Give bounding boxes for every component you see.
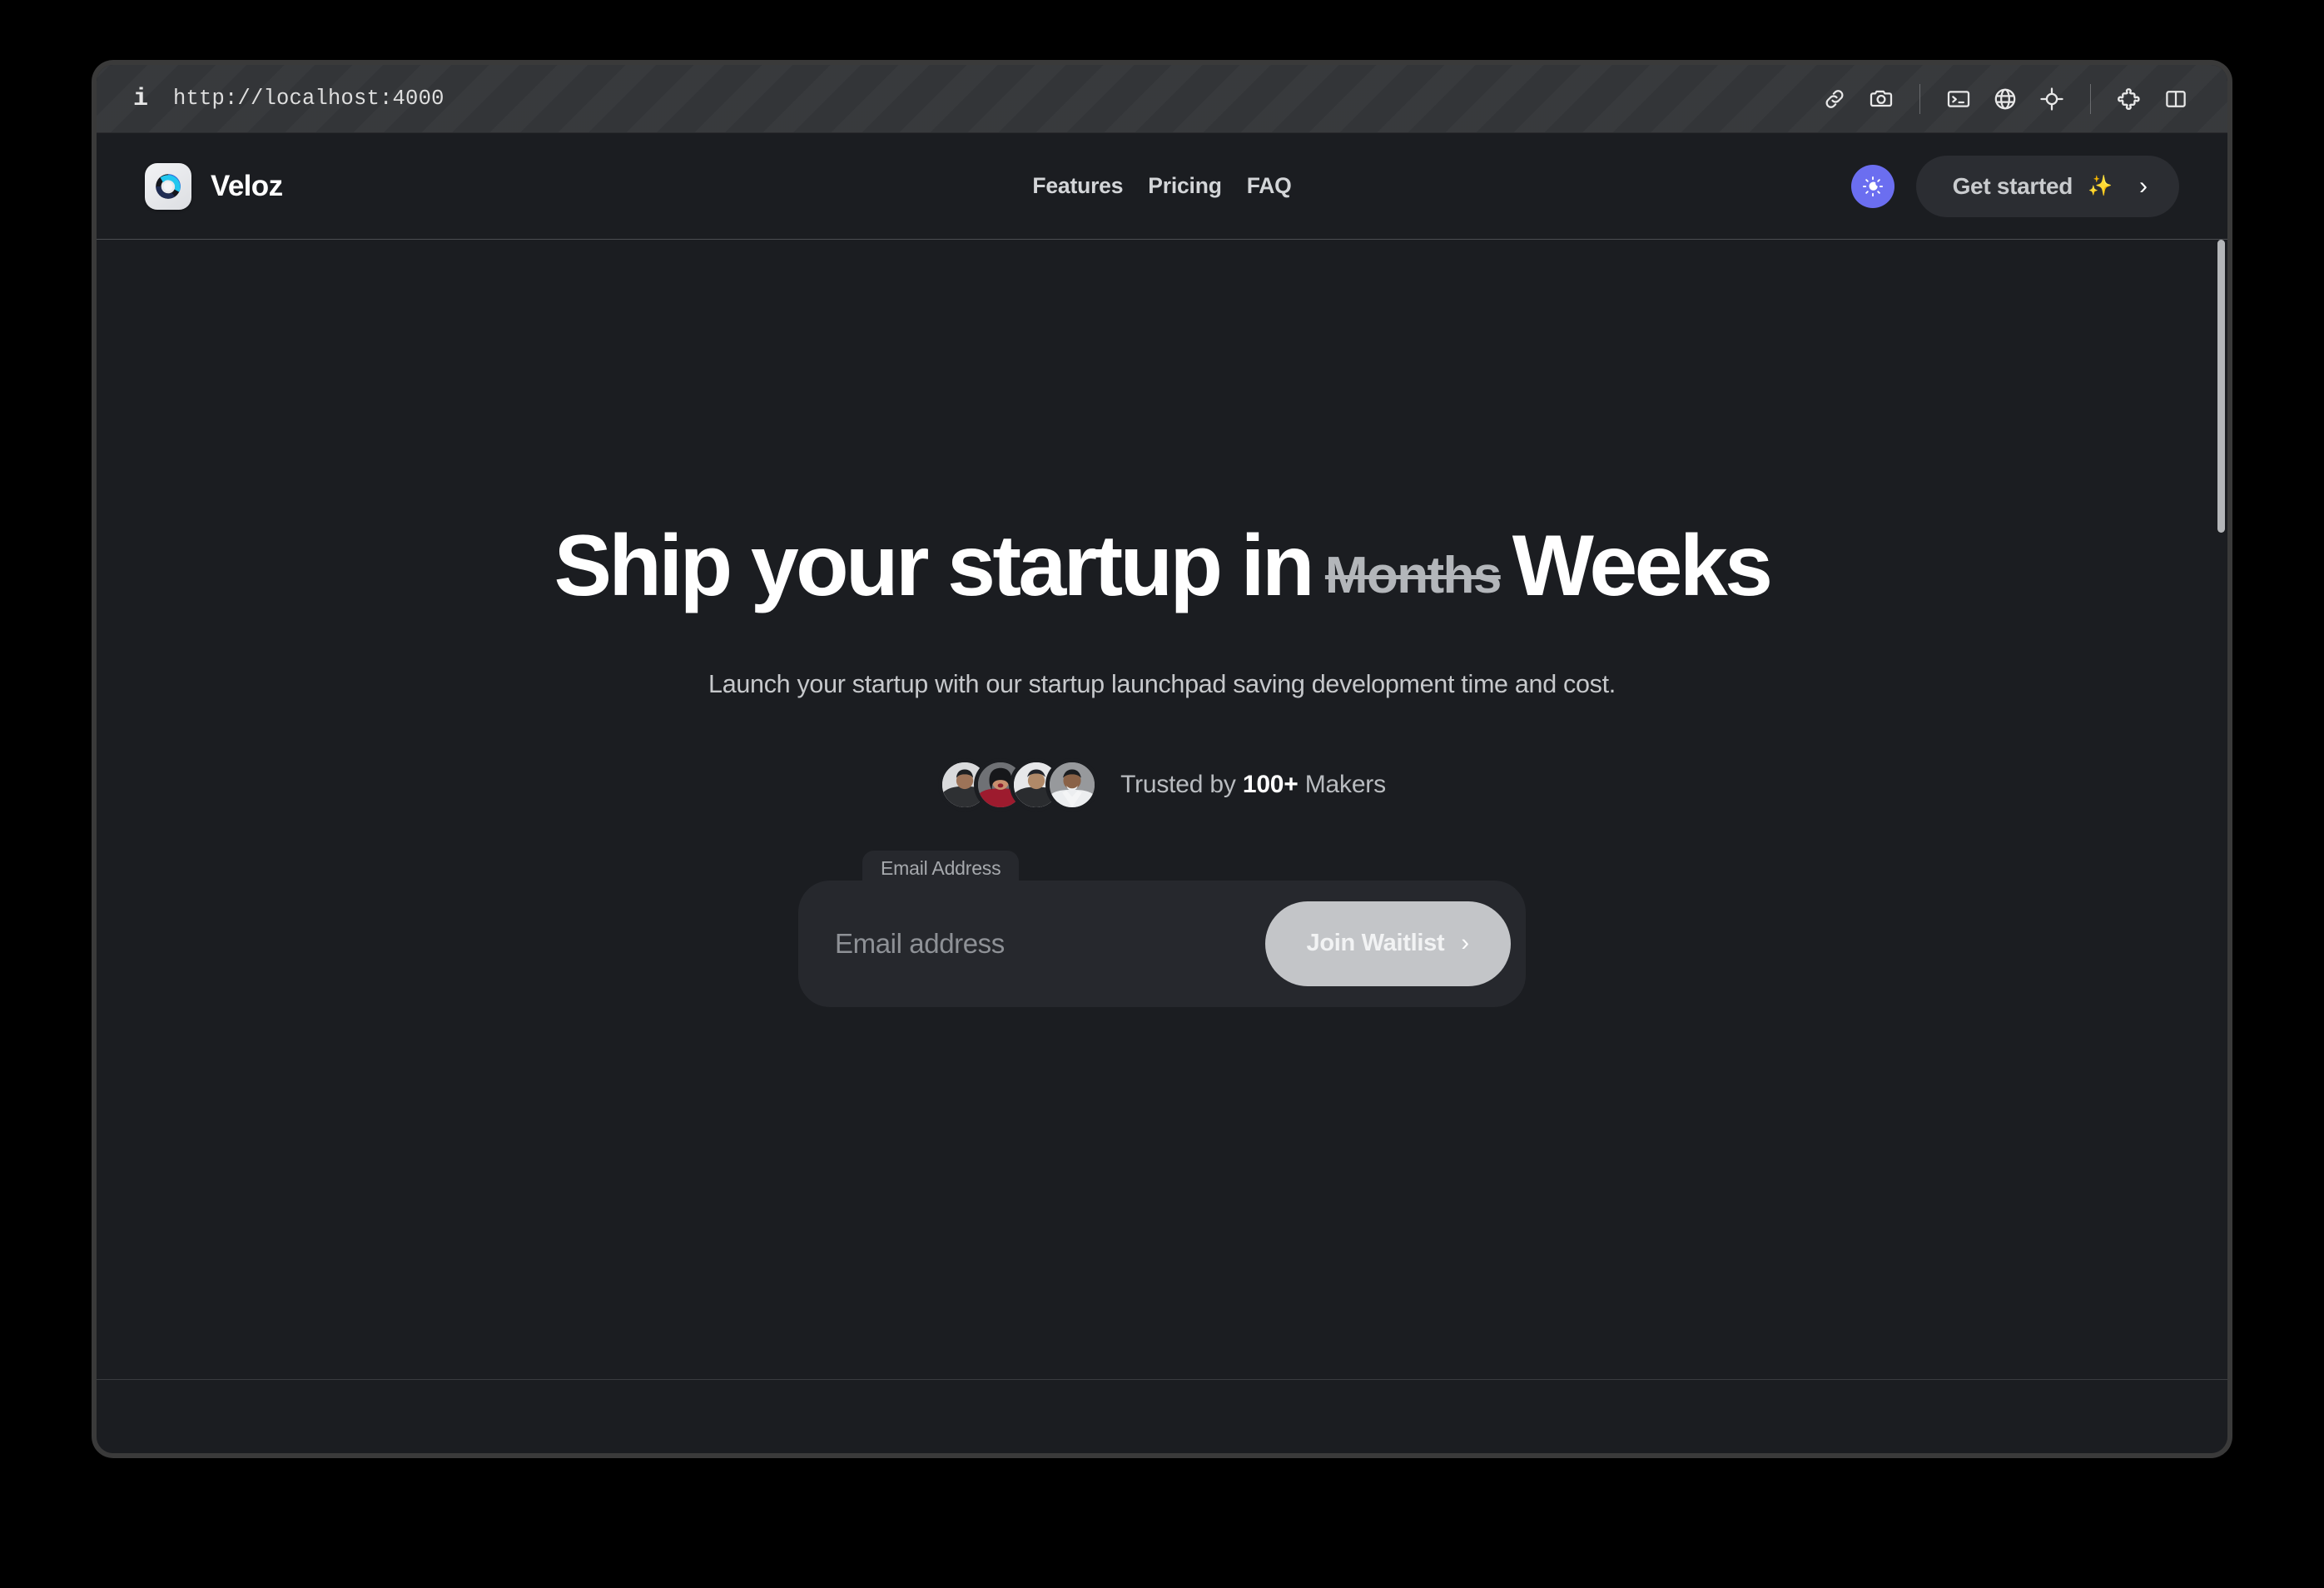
- theme-toggle-button[interactable]: [1850, 164, 1894, 208]
- waitlist-form: Email Address Join Waitlist ›: [798, 850, 1526, 1007]
- chevron-right-icon: ›: [1461, 930, 1469, 957]
- page-viewport: Veloz Features Pricing FAQ Get started ✨…: [97, 133, 2227, 1453]
- join-waitlist-label: Join Waitlist: [1306, 930, 1445, 957]
- split-panel-icon[interactable]: [2153, 76, 2199, 122]
- hero-title: Ship your startup in Months Weeks: [97, 517, 2227, 614]
- trust-text-before: Trusted by: [1120, 770, 1243, 798]
- browser-toolbar: i http://localhost:4000: [97, 65, 2227, 133]
- toolbar-separator: [2090, 83, 2091, 114]
- waitlist-wrap: Email Address Join Waitlist ›: [97, 850, 2227, 1007]
- veloz-swirl-logo-icon: [145, 162, 191, 210]
- hero-subtitle: Launch your startup with our startup lau…: [708, 669, 1616, 698]
- maker-count: 100+: [1242, 770, 1299, 798]
- hero-title-strikethrough: Months: [1324, 546, 1502, 604]
- nav-link-faq[interactable]: FAQ: [1247, 173, 1292, 199]
- link-icon[interactable]: [1811, 76, 1858, 122]
- moon-with-rays-icon: [1862, 176, 1883, 196]
- avatar: [1045, 757, 1100, 811]
- url-text[interactable]: http://localhost:4000: [173, 87, 444, 111]
- get-started-label: Get started: [1952, 172, 2073, 199]
- toolbar-separator: [1919, 83, 1920, 114]
- site-header: Veloz Features Pricing FAQ Get started ✨…: [97, 133, 2227, 240]
- trust-text: Trusted by 100+ Makers: [1120, 771, 1386, 799]
- join-waitlist-button[interactable]: Join Waitlist ›: [1264, 901, 1511, 986]
- camera-icon[interactable]: [1858, 76, 1904, 122]
- nav-link-features[interactable]: Features: [1032, 173, 1123, 199]
- main-nav: Features Pricing FAQ: [1032, 173, 1291, 199]
- nav-link-pricing[interactable]: Pricing: [1148, 173, 1222, 199]
- brand-name: Veloz: [211, 169, 283, 202]
- header-actions: Get started ✨ ›: [1850, 155, 2179, 217]
- hero-section: Ship your startup in Months Weeks Launch y…: [97, 240, 2227, 1007]
- terminal-icon[interactable]: [1935, 76, 1982, 122]
- section-divider: [97, 1379, 2227, 1380]
- crosshair-icon[interactable]: [2029, 76, 2075, 122]
- browser-window: i http://localhost:4000 Veloz Features P…: [92, 60, 2232, 1458]
- chevron-right-icon: ›: [2139, 171, 2148, 200]
- trust-text-after: Makers: [1298, 770, 1386, 798]
- avatar-stack: [938, 757, 1100, 811]
- puzzle-piece-icon[interactable]: [2106, 76, 2153, 122]
- get-started-button[interactable]: Get started ✨ ›: [1915, 155, 2179, 217]
- globe-icon[interactable]: [1982, 76, 2029, 122]
- email-field-label: Email Address: [862, 850, 1020, 886]
- info-icon: i: [133, 84, 149, 113]
- email-input[interactable]: [835, 927, 1265, 960]
- social-proof: Trusted by 100+ Makers: [97, 757, 2227, 811]
- browser-inner: i http://localhost:4000 Veloz Features P…: [97, 65, 2227, 1453]
- hero-title-before: Ship your startup in: [554, 517, 1315, 614]
- browser-toolbar-actions: [1811, 76, 2199, 122]
- brand[interactable]: Veloz: [145, 162, 283, 210]
- hero-title-after: Weeks: [1512, 517, 1773, 614]
- page-scrollbar-thumb[interactable]: [2217, 240, 2225, 533]
- sparkle-icon: ✨: [2088, 174, 2113, 197]
- page-scrollbar[interactable]: [2216, 133, 2227, 1453]
